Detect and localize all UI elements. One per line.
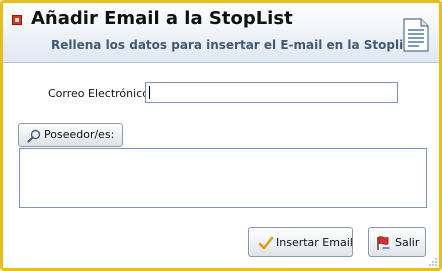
dialog-title: Añadir Email a la StopList <box>31 8 293 29</box>
document-icon <box>403 18 429 52</box>
owners-textarea[interactable] <box>19 148 427 208</box>
resize-grip-icon[interactable] <box>428 257 438 267</box>
flag-exit-icon <box>377 236 390 250</box>
email-input[interactable] <box>145 82 398 103</box>
owners-button[interactable]: Poseedor/es: <box>18 123 123 147</box>
checkmark-icon <box>258 236 274 250</box>
app-icon[interactable] <box>12 15 22 25</box>
owners-button-label: Poseedor/es: <box>44 128 115 141</box>
dialog-window: Añadir Email a la StopList Rellena los d… <box>0 0 442 271</box>
dialog-subtitle: Rellena los datos para insertar el E-mai… <box>51 38 417 52</box>
magnifier-icon <box>27 129 41 143</box>
insert-email-label: Insertar Email <box>276 236 353 249</box>
insert-email-button[interactable]: Insertar Email <box>248 227 353 257</box>
email-label: Correo Electrónico: <box>48 87 153 100</box>
dialog-header: Añadir Email a la StopList Rellena los d… <box>3 3 439 63</box>
exit-label: Salir <box>395 236 420 249</box>
exit-button[interactable]: Salir <box>368 227 426 257</box>
text-caret <box>149 86 150 99</box>
